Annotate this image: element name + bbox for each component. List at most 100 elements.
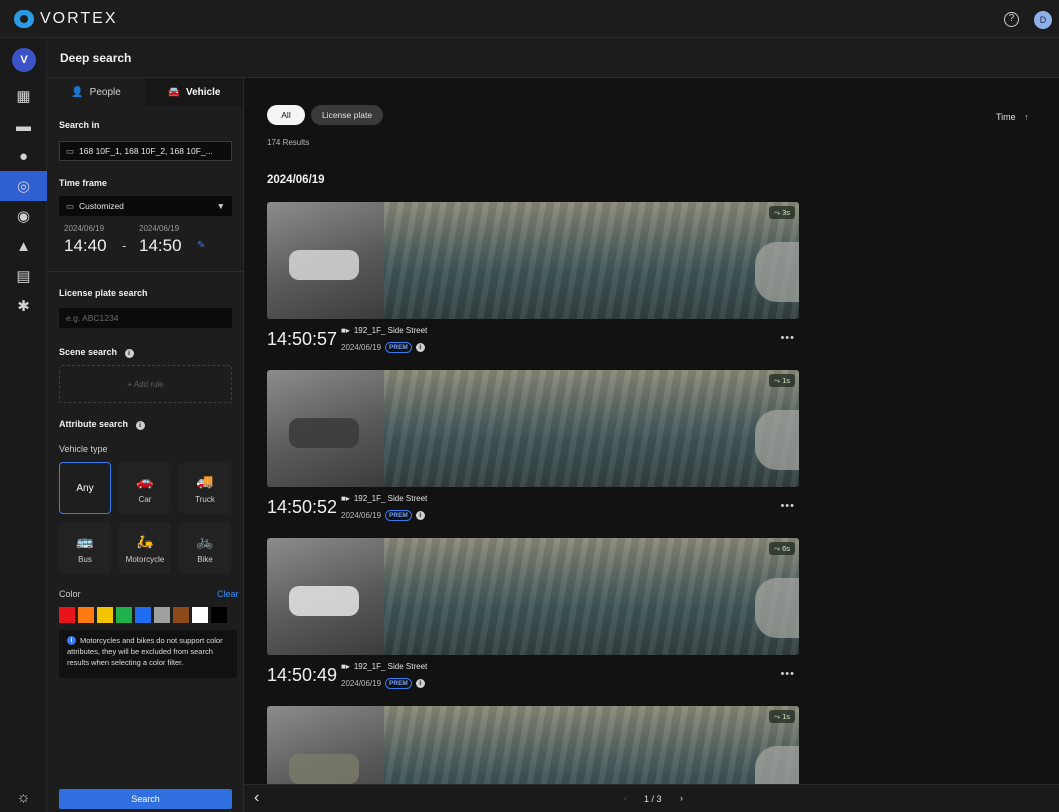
tab-vehicle-label: Vehicle: [185, 86, 221, 98]
vehicle-type-truck[interactable]: 🚚 Truck: [179, 462, 231, 514]
info-icon[interactable]: i: [415, 511, 425, 520]
vehicle-type-bus-label: Bus: [78, 554, 92, 564]
chevron-down-icon: ▼: [216, 201, 225, 211]
color-swatch[interactable]: [59, 607, 75, 623]
chip-all[interactable]: All: [267, 105, 305, 125]
prem-badge: PREM: [385, 678, 412, 689]
result-thumbnail[interactable]: ⤳ 6s: [267, 538, 799, 655]
alert-bell-icon[interactable]: ▲: [0, 231, 47, 261]
page-header: Deep search: [47, 38, 1059, 78]
result-card[interactable]: ⤳ 1s: [267, 706, 799, 788]
motorcycle-icon: 🛵: [136, 532, 154, 549]
car-outline-icon: 🚗: [136, 472, 154, 489]
next-page-icon[interactable]: ›: [680, 793, 683, 803]
color-swatch[interactable]: [211, 607, 227, 623]
truck-icon: 🚚: [196, 472, 214, 489]
tab-people[interactable]: 👤 People: [47, 78, 145, 106]
color-swatch[interactable]: [97, 607, 113, 623]
settings-gear-icon[interactable]: ✱: [0, 291, 47, 321]
result-card[interactable]: ⤳ 6s 14:50:49 ■▸ 192_1F_ Side Street 2024/06…: [267, 538, 799, 698]
prem-badge: PREM: [385, 342, 412, 353]
clear-color-link[interactable]: Clear: [217, 589, 239, 599]
vehicle-crop-image: [267, 706, 384, 788]
info-icon[interactable]: i: [415, 679, 425, 688]
deep-search-icon[interactable]: ◎: [0, 171, 47, 201]
end-date: 2024/06/19: [139, 224, 180, 233]
vehicle-type-car[interactable]: 🚗 Car: [119, 462, 171, 514]
result-thumbnail[interactable]: ⤳ 1s: [267, 706, 799, 788]
attribute-search-label: Attribute search i: [59, 419, 145, 430]
edit-pencil-icon[interactable]: ✎: [197, 240, 205, 251]
more-options-icon[interactable]: •••: [780, 332, 795, 344]
collapse-panel-icon[interactable]: ‹: [254, 789, 259, 807]
end-time[interactable]: 14:50: [139, 236, 182, 256]
scene-image: [384, 370, 799, 487]
duration-badge: ⤳ 1s: [768, 710, 795, 723]
result-date: 2024/06/19 PREM i: [341, 510, 425, 521]
search-button[interactable]: Search: [59, 789, 232, 809]
color-swatch[interactable]: [192, 607, 208, 623]
archive-icon[interactable]: ▤: [0, 261, 47, 291]
scene-search-label: Scene search i: [59, 347, 134, 358]
camera-icon[interactable]: ▬: [0, 111, 47, 141]
vortex-logo[interactable]: VORTEX: [14, 10, 118, 28]
vehicle-type-bike[interactable]: 🚲 Bike: [179, 522, 231, 574]
more-options-icon[interactable]: •••: [780, 500, 795, 512]
color-swatch[interactable]: [154, 607, 170, 623]
info-icon[interactable]: i: [124, 349, 134, 358]
color-swatch[interactable]: [173, 607, 189, 623]
add-rule-button[interactable]: + Add rule: [59, 365, 232, 403]
logo-icon: [14, 10, 34, 28]
person-icon: 👤: [71, 86, 84, 98]
vehicle-type-any-label: Any: [76, 482, 94, 494]
result-thumbnail[interactable]: ⤳ 3s: [267, 202, 799, 319]
attribute-search-text: Attribute search: [59, 419, 129, 429]
vehicle-type-any[interactable]: Any: [59, 462, 111, 514]
result-time: 14:50:57: [267, 329, 338, 349]
user-avatar[interactable]: D: [1034, 11, 1052, 29]
result-camera: ■▸ 192_1F_ Side Street: [341, 326, 428, 335]
dashboard-icon[interactable]: ▦: [0, 81, 47, 111]
face-icon[interactable]: ◉: [0, 201, 47, 231]
start-date: 2024/06/19: [64, 224, 105, 233]
result-card[interactable]: ⤳ 3s 14:50:57 ■▸ 192_1F_ Side Street 2024/06…: [267, 202, 799, 362]
sort-time-button[interactable]: Time ↑: [996, 112, 1029, 122]
color-label: Color: [59, 589, 81, 599]
result-card[interactable]: ⤳ 1s 14:50:52 ■▸ 192_1F_ Side Street 2024/06…: [267, 370, 799, 530]
help-icon[interactable]: ?: [1004, 12, 1019, 27]
color-swatch[interactable]: [116, 607, 132, 623]
people-icon[interactable]: ●: [0, 141, 47, 171]
info-icon[interactable]: i: [415, 343, 425, 352]
vehicle-type-bus[interactable]: 🚌 Bus: [59, 522, 111, 574]
car-icon: 🚘: [167, 86, 180, 98]
tab-vehicle[interactable]: 🚘 Vehicle: [145, 78, 243, 106]
vehicle-type-truck-label: Truck: [195, 494, 215, 504]
chip-license-plate[interactable]: License plate: [311, 105, 383, 125]
scene-image: [384, 202, 799, 319]
color-swatch[interactable]: [135, 607, 151, 623]
vehicle-type-motorcycle[interactable]: 🛵 Motorcycle: [119, 522, 171, 574]
result-camera: ■▸ 192_1F_ Side Street: [341, 662, 428, 671]
range-separator: -: [122, 238, 127, 253]
scene-search-text: Scene search: [59, 347, 118, 357]
more-options-icon[interactable]: •••: [780, 668, 795, 680]
scene-image: [384, 706, 799, 788]
theme-sun-icon[interactable]: ☼: [0, 782, 47, 812]
time-frame-dropdown[interactable]: ▭ Customized ▼: [59, 196, 232, 216]
plate-search-label: License plate search: [59, 288, 148, 298]
result-count: 174 Results: [267, 138, 310, 147]
scene-image: [384, 538, 799, 655]
workspace-avatar[interactable]: V: [12, 48, 36, 72]
plate-search-input[interactable]: e.g. ABC1234: [59, 308, 232, 328]
start-time[interactable]: 14:40: [64, 236, 107, 256]
result-thumbnail[interactable]: ⤳ 1s: [267, 370, 799, 487]
plate-search-placeholder: e.g. ABC1234: [66, 313, 119, 323]
color-swatch[interactable]: [78, 607, 94, 623]
info-icon: i: [67, 636, 76, 645]
color-note: i Motorcycles and bikes do not support c…: [59, 630, 237, 678]
info-icon[interactable]: i: [135, 421, 145, 430]
prev-page-icon[interactable]: ‹: [624, 793, 627, 803]
camera-selector[interactable]: ▭ 168 10F_1, 168 10F_2, 168 10F_...: [59, 141, 232, 161]
left-nav: V ▦ ▬ ● ◎ ◉ ▲ ▤ ✱ ☼: [0, 38, 47, 812]
time-frame-value: Customized: [79, 201, 124, 211]
